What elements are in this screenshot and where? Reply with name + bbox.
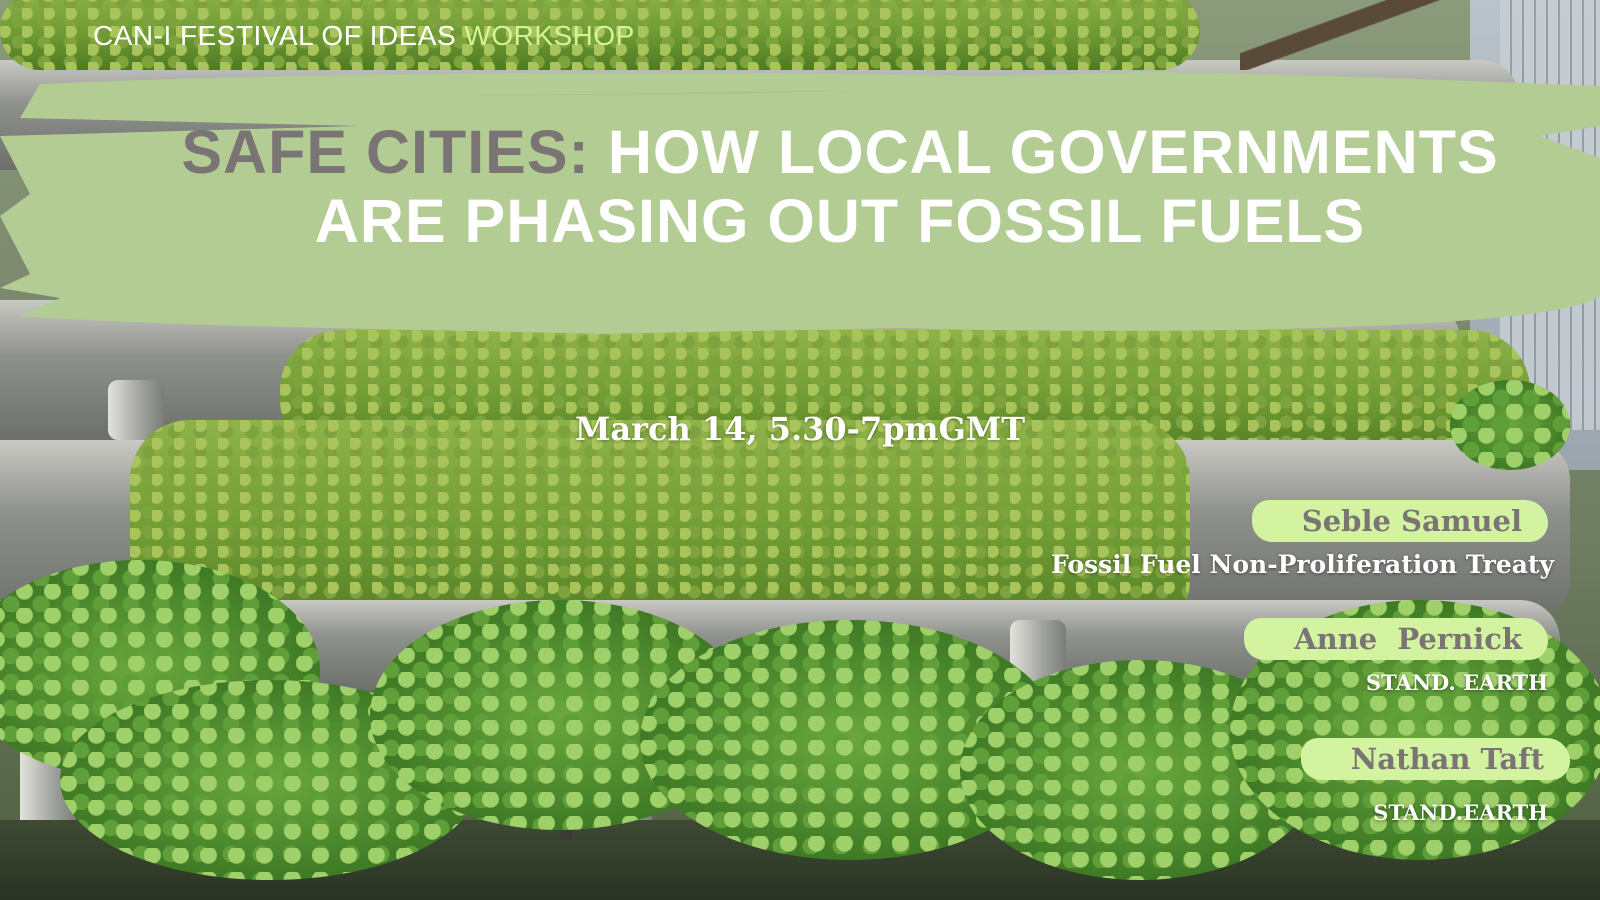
speaker-org: STAND.EARTH	[1373, 800, 1548, 825]
event-date: March 14, 5.30-7pmGMT	[575, 410, 1025, 448]
speaker-name: Anne Pernick	[1294, 622, 1522, 656]
speaker-name-pill: Anne Pernick	[1244, 618, 1548, 660]
speaker-org: STAND. EARTH	[1365, 670, 1548, 695]
tree-branch	[1240, 0, 1460, 70]
speaker-card: Seble Samuel Fossil Fuel Non-Proliferati…	[1051, 500, 1554, 579]
speaker-name: Seble Samuel	[1301, 504, 1522, 538]
speaker-card: Nathan Taft STAND.EARTH	[1300, 738, 1570, 825]
tree-canopy	[1450, 380, 1570, 470]
event-kicker: CAN-I FESTIVAL OF IDEAS WORKSHOP	[93, 20, 635, 52]
speaker-name-pill: Nathan Taft	[1300, 738, 1570, 780]
speaker-org: Fossil Fuel Non-Proliferation Treaty	[1051, 550, 1554, 579]
speaker-name-pill: Seble Samuel	[1251, 500, 1548, 542]
kicker-accent: WORKSHOP	[464, 20, 635, 51]
event-title: SAFE CITIES: HOW LOCAL GOVERNMENTS ARE P…	[180, 118, 1500, 256]
kicker-text: CAN-I FESTIVAL OF IDEAS	[93, 20, 457, 51]
speaker-card: Anne Pernick STAND. EARTH	[1244, 618, 1548, 695]
title-highlight: SAFE CITIES:	[181, 118, 590, 186]
speaker-name: Nathan Taft	[1350, 742, 1544, 776]
